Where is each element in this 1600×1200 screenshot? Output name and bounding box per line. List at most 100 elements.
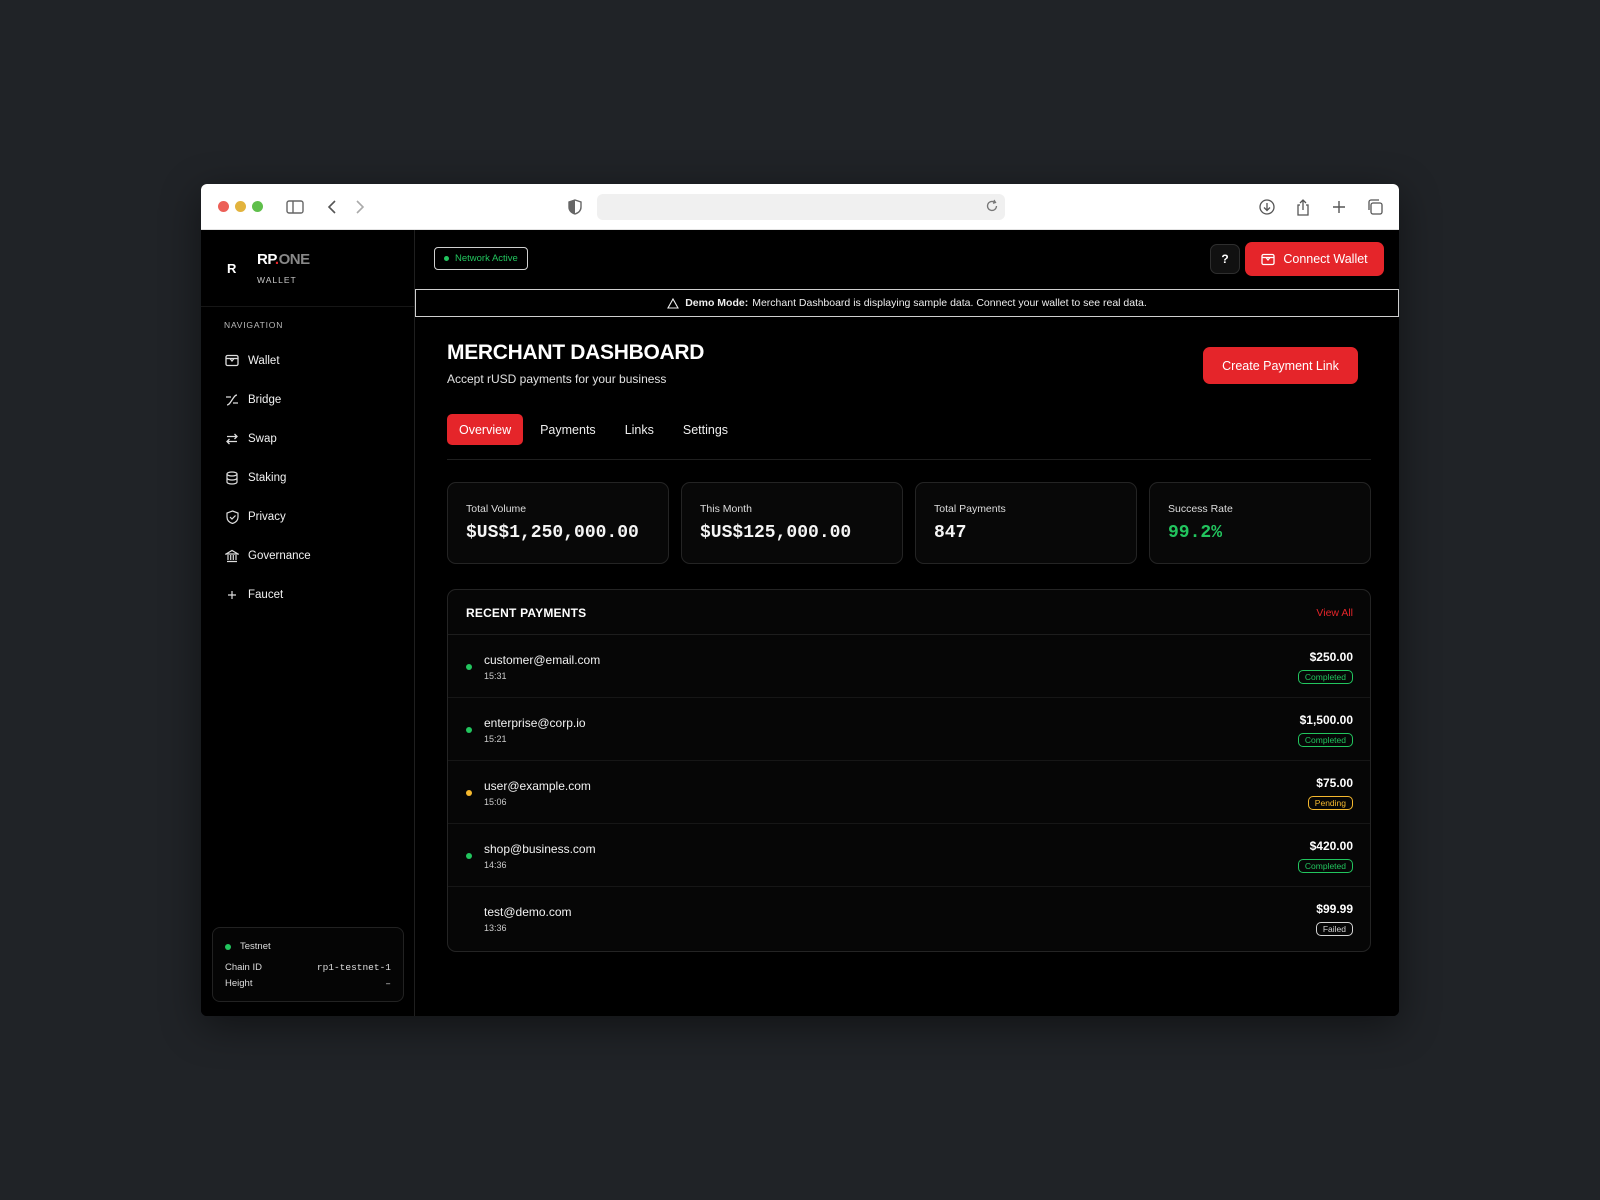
status-badge: Completed bbox=[1297, 859, 1353, 873]
sidebar-item-wallet[interactable]: Wallet bbox=[201, 341, 414, 380]
stat-value: 847 bbox=[934, 523, 967, 543]
create-payment-link-button[interactable]: Create Payment Link bbox=[1203, 347, 1358, 384]
payment-time: 15:06 bbox=[484, 797, 507, 807]
main-content: Network Active ? Connect Wallet Demo Mod… bbox=[415, 230, 1399, 1016]
payments-list: customer@email.com 15:31 $250.00 Completed e… bbox=[448, 635, 1370, 950]
stat-card-total-payments: Total Payments 847 bbox=[915, 482, 1137, 564]
payment-time: 15:31 bbox=[484, 671, 507, 681]
logo-mark: R bbox=[227, 261, 237, 276]
recent-payments-header: RECENT PAYMENTS View All bbox=[448, 590, 1370, 635]
network-status-dot bbox=[225, 943, 231, 950]
sidebar: R RP.ONE WALLET NAVIGATION Wallet Bridge… bbox=[201, 230, 415, 1016]
share-icon[interactable] bbox=[1293, 197, 1313, 217]
stats-row: Total Volume $US$1,250,000.00 This Month… bbox=[447, 482, 1371, 564]
back-icon[interactable] bbox=[322, 197, 342, 217]
page-subtitle: Accept rUSD payments for your business bbox=[447, 372, 667, 386]
forward-icon[interactable] bbox=[350, 197, 370, 217]
sidebar-toggle-icon[interactable] bbox=[285, 197, 305, 217]
tab-payments[interactable]: Payments bbox=[528, 414, 608, 445]
maximize-window-button[interactable] bbox=[252, 201, 263, 212]
sidebar-nav: Wallet Bridge Swap Staking Privacy Gover… bbox=[201, 341, 414, 614]
sidebar-item-swap[interactable]: Swap bbox=[201, 419, 414, 458]
payment-time: 13:36 bbox=[484, 923, 507, 933]
payment-amount: $420.00 bbox=[1309, 839, 1353, 853]
privacy-shield-icon[interactable] bbox=[565, 197, 585, 217]
stat-card-total-volume: Total Volume $US$1,250,000.00 bbox=[447, 482, 669, 564]
sidebar-item-governance[interactable]: Governance bbox=[201, 536, 414, 575]
close-window-button[interactable] bbox=[218, 201, 229, 212]
payment-amount: $75.00 bbox=[1316, 776, 1353, 790]
warning-icon bbox=[667, 297, 680, 309]
payment-row[interactable]: customer@email.com 15:31 $250.00 Completed bbox=[448, 635, 1370, 698]
chain-id-value: rp1-testnet-1 bbox=[316, 962, 391, 973]
network-status-badge: Network Active bbox=[434, 247, 528, 270]
stat-label: Success Rate bbox=[1168, 503, 1233, 515]
sidebar-item-staking[interactable]: Staking bbox=[201, 458, 414, 497]
height-label: Height bbox=[225, 978, 253, 989]
tab-overview[interactable]: Overview bbox=[447, 414, 524, 445]
status-dot bbox=[466, 916, 472, 922]
sidebar-item-label: Governance bbox=[248, 549, 311, 562]
status-dot bbox=[466, 727, 472, 733]
database-icon bbox=[224, 470, 240, 486]
plus-icon bbox=[224, 587, 240, 603]
brand-logo[interactable]: R RP.ONE WALLET bbox=[201, 230, 414, 307]
brand-subtitle: WALLET bbox=[257, 275, 297, 285]
address-bar[interactable] bbox=[597, 194, 1005, 220]
payer-email: test@demo.com bbox=[484, 905, 572, 919]
chain-id-label: Chain ID bbox=[225, 962, 262, 973]
sidebar-item-label: Privacy bbox=[248, 510, 286, 523]
sidebar-item-bridge[interactable]: Bridge bbox=[201, 380, 414, 419]
browser-window: R RP.ONE WALLET NAVIGATION Wallet Bridge… bbox=[201, 184, 1399, 1016]
brand-name: RP.ONE bbox=[257, 251, 310, 268]
bank-icon bbox=[224, 548, 240, 564]
minimize-window-button[interactable] bbox=[235, 201, 246, 212]
demo-mode-banner: Demo Mode: Merchant Dashboard is display… bbox=[415, 289, 1399, 317]
tab-settings[interactable]: Settings bbox=[671, 414, 740, 445]
sidebar-item-faucet[interactable]: Faucet bbox=[201, 575, 414, 614]
payment-row[interactable]: enterprise@corp.io 15:21 $1,500.00 Complete… bbox=[448, 698, 1370, 761]
tab-overview-icon[interactable] bbox=[1365, 197, 1385, 217]
status-badge: Completed bbox=[1297, 670, 1353, 684]
payment-amount: $99.99 bbox=[1316, 902, 1353, 916]
payment-row[interactable]: test@demo.com 13:36 $99.99 Failed bbox=[448, 887, 1370, 950]
payment-amount: $250.00 bbox=[1309, 650, 1353, 664]
new-tab-icon[interactable] bbox=[1329, 197, 1349, 217]
demo-mode-label: Demo Mode: bbox=[685, 297, 749, 309]
stat-label: Total Volume bbox=[466, 503, 527, 515]
network-name: Testnet bbox=[225, 941, 271, 952]
tab-links[interactable]: Links bbox=[613, 414, 666, 445]
sidebar-item-label: Bridge bbox=[248, 393, 282, 406]
bridge-icon bbox=[224, 392, 240, 408]
network-info-card: Testnet Chain ID rp1-testnet-1 Height – bbox=[212, 927, 404, 1002]
stat-value: 99.2% bbox=[1168, 523, 1223, 543]
shield-check-icon bbox=[224, 509, 240, 525]
reload-icon[interactable] bbox=[985, 199, 999, 218]
connect-wallet-button[interactable]: Connect Wallet bbox=[1245, 242, 1384, 276]
help-button[interactable]: ? bbox=[1210, 244, 1240, 274]
payment-row[interactable]: user@example.com 15:06 $75.00 Pending bbox=[448, 761, 1370, 824]
view-all-link[interactable]: View All bbox=[1316, 607, 1353, 619]
recent-payments-card: RECENT PAYMENTS View All customer@email.… bbox=[447, 589, 1371, 952]
wallet-icon bbox=[224, 353, 240, 369]
sidebar-item-label: Wallet bbox=[248, 354, 280, 367]
stat-card-this-month: This Month $US$125,000.00 bbox=[681, 482, 903, 564]
status-badge: Completed bbox=[1297, 733, 1353, 747]
payer-email: customer@email.com bbox=[484, 653, 601, 667]
stat-card-success-rate: Success Rate 99.2% bbox=[1149, 482, 1371, 564]
sidebar-item-privacy[interactable]: Privacy bbox=[201, 497, 414, 536]
status-dot bbox=[466, 664, 472, 670]
payment-time: 15:21 bbox=[484, 734, 507, 744]
payment-row[interactable]: shop@business.com 14:36 $420.00 Completed bbox=[448, 824, 1370, 887]
download-icon[interactable] bbox=[1257, 197, 1277, 217]
status-badge: Failed bbox=[1315, 922, 1353, 936]
status-badge: Pending bbox=[1307, 796, 1353, 810]
page-title: MERCHANT DASHBOARD bbox=[447, 341, 705, 364]
height-value: – bbox=[385, 978, 391, 989]
stat-value: $US$1,250,000.00 bbox=[466, 523, 639, 543]
payer-email: shop@business.com bbox=[484, 842, 596, 856]
stat-value: $US$125,000.00 bbox=[700, 523, 852, 543]
demo-mode-text: Merchant Dashboard is displaying sample … bbox=[752, 297, 1147, 309]
status-dot bbox=[466, 853, 472, 859]
status-dot bbox=[466, 790, 472, 796]
